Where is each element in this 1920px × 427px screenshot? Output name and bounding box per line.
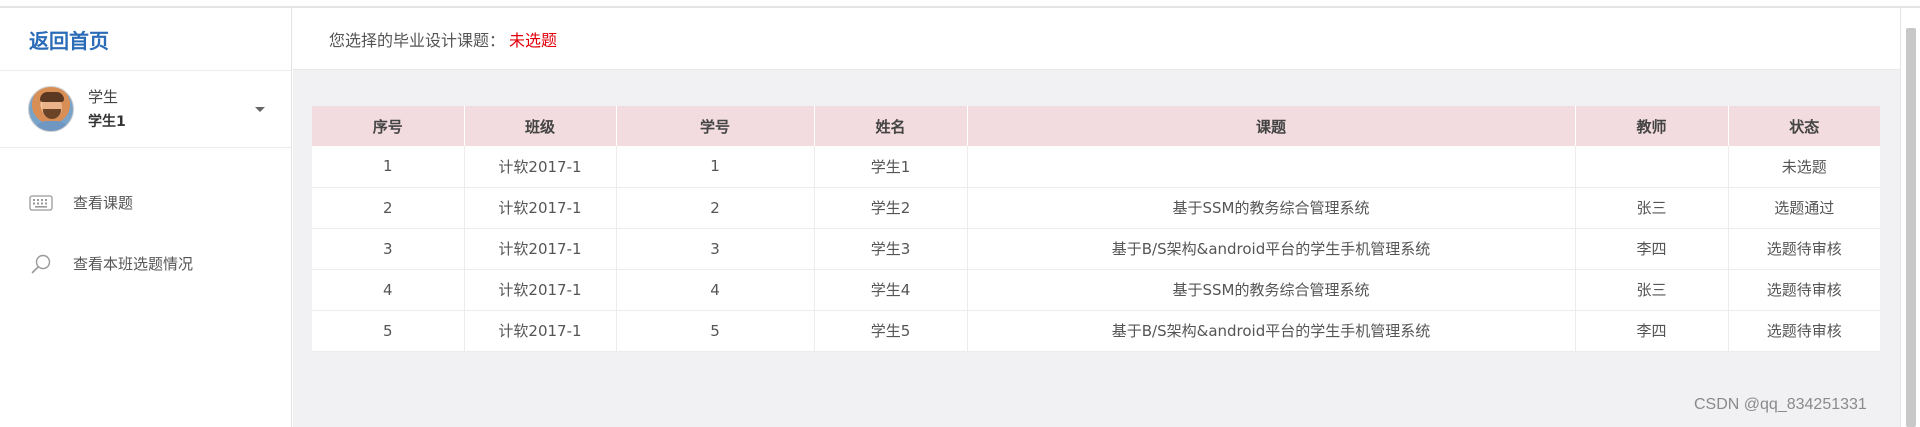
- table-cell: 5: [616, 310, 815, 351]
- table-cell: 张三: [1575, 269, 1729, 310]
- watermark: CSDN @qq_834251331: [1694, 396, 1867, 413]
- keyboard-icon: [29, 193, 53, 213]
- table-header-row: 序号 班级 学号 姓名 课题 教师 状态: [312, 106, 1880, 146]
- table-row: 4 计软2017-1 4 学生4 基于SSM的教务综合管理系统 张三 选题待审核: [312, 269, 1880, 310]
- table-row: 2 计软2017-1 2 学生2 基于SSM的教务综合管理系统 张三 选题通过: [312, 187, 1880, 228]
- sidebar-item-label: 查看课题: [73, 194, 134, 212]
- scroll-thumb[interactable]: [1906, 28, 1916, 427]
- table-cell: 张三: [1575, 187, 1729, 228]
- column-header: 课题: [967, 106, 1576, 146]
- column-header: 姓名: [814, 106, 968, 146]
- table-row: 5 计软2017-1 5 学生5 基于B/S架构&android平台的学生手机管理系统李…: [312, 310, 1880, 351]
- table-cell: 计软2017-1: [464, 228, 617, 269]
- user-info: 学生 学生1: [88, 86, 126, 133]
- table-cell: 计软2017-1: [464, 269, 617, 310]
- top-border: [0, 0, 1920, 8]
- table-row: 3 计软2017-1 3 学生3 基于B/S架构&android平台的学生手机管理系统李…: [312, 228, 1880, 269]
- table-cell: 3: [616, 228, 815, 269]
- sidebar-item-label: 查看本班选题情况: [73, 255, 194, 273]
- table-cell: 4: [616, 269, 815, 310]
- sidebar-item-view-topics[interactable]: 查看课题: [0, 172, 291, 233]
- chevron-down-icon[interactable]: [255, 107, 265, 112]
- table-cell: 选题通过: [1774, 199, 1835, 217]
- search-icon: [29, 254, 53, 274]
- table-cell: [1575, 146, 1729, 187]
- column-header: 班级: [464, 106, 617, 146]
- table-cell: 计软2017-1: [464, 310, 617, 351]
- table-cell: 基于SSM的教务综合管理系统: [967, 187, 1576, 228]
- table-cell: 1: [616, 146, 815, 187]
- table-cell: 未选题: [1781, 157, 1827, 176]
- table-cell: 2: [616, 187, 815, 228]
- table-cell: 3: [312, 228, 465, 269]
- back-home-link[interactable]: 返回首页: [0, 8, 291, 71]
- table-cell: 计软2017-1: [464, 187, 617, 228]
- selection-table: 序号 班级 学号 姓名 课题 教师 状态 1 计软2017-1 1 学生1 未选题 2 计软2017-1…: [312, 106, 1880, 352]
- table-cell: 学生1: [814, 146, 968, 187]
- sidebar-menu: 查看课题 查看本班选题情况: [0, 148, 291, 294]
- main-content: 您选择的毕业设计课题： 未选题 序号 班级 学号 姓名 课题 教师 状态 1 计软2017-1…: [293, 8, 1900, 427]
- column-header: 序号: [312, 106, 465, 146]
- table-cell: 学生5: [814, 310, 968, 351]
- table-cell: [967, 146, 1576, 187]
- table-cell: 李四: [1575, 228, 1729, 269]
- table-cell: 选题待审核: [1766, 322, 1842, 340]
- column-header: 教师: [1575, 106, 1729, 146]
- table-cell: 学生2: [814, 187, 968, 228]
- table-cell: 2: [312, 187, 465, 228]
- sidebar-item-class-selection[interactable]: 查看本班选题情况: [0, 233, 291, 294]
- user-role: 学生: [88, 87, 119, 106]
- table-cell: 学生3: [814, 228, 968, 269]
- table-cell: 学生4: [814, 269, 968, 310]
- table-cell: 1: [312, 146, 465, 187]
- table-cell: 李四: [1575, 310, 1729, 351]
- table-cell: 4: [312, 269, 465, 310]
- column-header: 学号: [616, 106, 815, 146]
- table-cell: 基于B/S架构&android平台的学生手机管理系统: [967, 228, 1576, 269]
- table-cell: 基于B/S架构&android平台的学生手机管理系统: [967, 310, 1576, 351]
- selection-label: 您选择的毕业设计课题：: [329, 30, 506, 50]
- table-cell: 计软2017-1: [464, 146, 617, 187]
- table-cell: 选题待审核: [1766, 281, 1842, 299]
- user-profile[interactable]: 学生 学生1: [0, 71, 291, 148]
- column-header: 状态: [1789, 117, 1820, 136]
- table-body: 1 计软2017-1 1 学生1 未选题 2 计软2017-1 2 学生2 基于SSM的教务综合管…: [312, 146, 1880, 351]
- scrollbar[interactable]: [1900, 8, 1920, 427]
- selection-status: 未选题: [509, 30, 558, 50]
- table-cell: 选题待审核: [1766, 240, 1842, 258]
- sidebar: 返回首页 学生 学生1 查看课题 查看本班选题情况: [0, 8, 292, 427]
- table-row: 1 计软2017-1 1 学生1 未选题: [312, 146, 1880, 187]
- table-cell: 基于SSM的教务综合管理系统: [967, 269, 1576, 310]
- avatar: [28, 86, 74, 132]
- selection-table-container: 序号 班级 学号 姓名 课题 教师 状态 1 计软2017-1 1 学生1 未选题 2 计软2017-1…: [312, 106, 1880, 352]
- table-cell: 5: [312, 310, 465, 351]
- selection-status-bar: 您选择的毕业设计课题： 未选题: [293, 8, 1900, 70]
- user-name: 学生1: [88, 113, 126, 130]
